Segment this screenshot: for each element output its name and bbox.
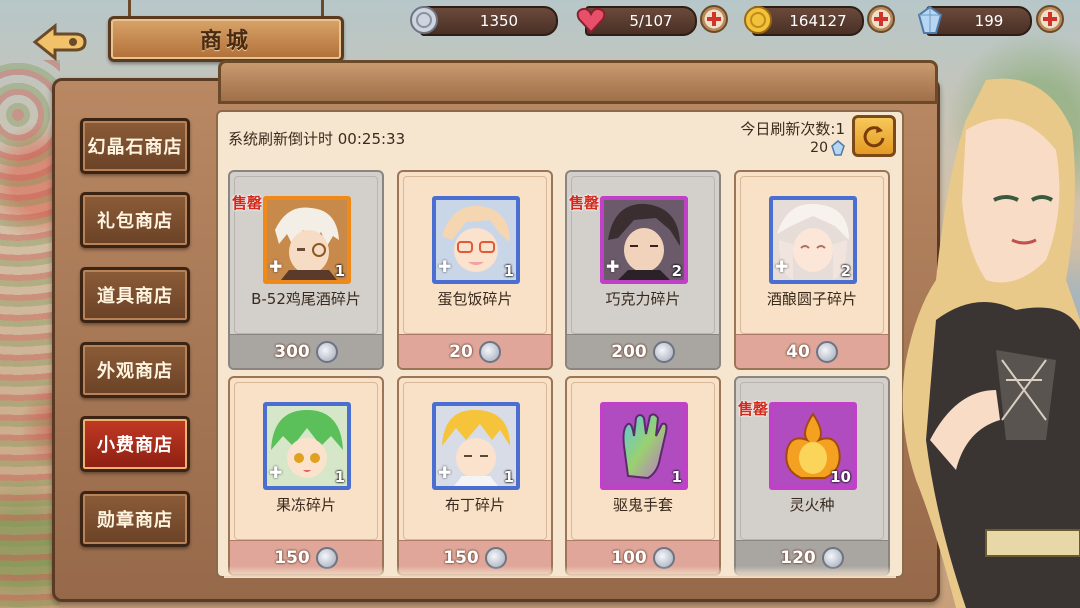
item-thumbnail: ✚ 1 <box>432 402 520 490</box>
item-thumbnail: ✚ 2 <box>600 196 688 284</box>
item-thumbnail: 10 <box>769 402 857 490</box>
shop-item-card[interactable]: 售罄 ✚ 2 巧克力碎片 200 <box>565 170 721 370</box>
item-price: 40 <box>786 341 810 362</box>
item-quantity: 10 <box>830 468 851 486</box>
refresh-icon <box>863 126 885 148</box>
item-quantity: 1 <box>334 262 345 280</box>
item-name: 驱鬼手套 <box>612 496 673 514</box>
shop-item-card[interactable]: ✚ 1 果冻碎片 150 <box>228 376 384 576</box>
item-price: 200 <box>611 341 647 362</box>
add-crystal-button[interactable] <box>1036 5 1064 33</box>
item-name: 布丁碎片 <box>444 496 505 514</box>
item-quantity: 2 <box>840 262 851 280</box>
refresh-count: 今日刷新次数:1 <box>740 120 845 138</box>
sidebar-item-label: 幻晶石商店 <box>87 137 183 158</box>
silver-coin-icon <box>652 340 675 363</box>
sidebar-item-medal-shop[interactable]: 勋章商店 <box>80 491 190 547</box>
list-bottom-fade <box>224 566 896 578</box>
item-price: 20 <box>449 341 473 362</box>
back-arrow-icon <box>32 22 87 62</box>
item-name: 灵火种 <box>789 496 835 514</box>
item-thumbnail: ✚ 2 <box>769 196 857 284</box>
fragment-icon: ✚ <box>606 257 620 276</box>
refresh-cost-value: 20 <box>810 140 828 156</box>
page-title: 商城 <box>199 28 252 54</box>
fragment-icon: ✚ <box>775 257 789 276</box>
sidebar-item-label: 道具商店 <box>97 286 173 307</box>
item-name: 蛋包饭碎片 <box>437 290 513 308</box>
add-gold-button[interactable] <box>867 5 895 33</box>
refresh-cost: 20 <box>760 140 846 156</box>
silver-coin-icon <box>815 340 838 363</box>
item-price: 150 <box>274 547 310 568</box>
crystal-icon <box>831 140 845 156</box>
resource-gold-value: 164127 <box>789 12 847 30</box>
sidebar-item-crystal-shop[interactable]: 幻晶石商店 <box>80 118 190 174</box>
price-bar: 300 <box>230 334 382 368</box>
sidebar-item-tip-shop[interactable]: 小费商店 <box>80 416 190 472</box>
gold-coin-icon <box>742 4 774 36</box>
item-quantity: 1 <box>671 468 682 486</box>
heart-icon <box>575 4 607 36</box>
shop-item-card[interactable]: ✚ 1 布丁碎片 150 <box>397 376 553 576</box>
item-thumbnail: ✚ 1 <box>432 196 520 284</box>
item-price: 120 <box>780 547 816 568</box>
shop-item-card[interactable]: 1 驱鬼手套 100 <box>565 376 721 576</box>
item-thumbnail: 1 <box>600 402 688 490</box>
fragment-icon: ✚ <box>438 257 452 276</box>
item-name: 酒酿圆子碎片 <box>766 290 857 308</box>
sidebar-item-appearance-shop[interactable]: 外观商店 <box>80 342 190 398</box>
item-price: 300 <box>274 341 310 362</box>
shop-frame-top <box>218 60 938 104</box>
item-thumbnail: ✚ 1 <box>263 196 351 284</box>
shop-item-card[interactable]: ✚ 1 蛋包饭碎片 20 <box>397 170 553 370</box>
sidebar-item-gift-shop[interactable]: 礼包商店 <box>80 192 190 248</box>
sidebar-item-item-shop[interactable]: 道具商店 <box>80 267 190 323</box>
price-bar: 200 <box>567 334 719 368</box>
title-board: 商城 <box>108 16 344 62</box>
resource-silver: 1350 <box>420 6 558 36</box>
sidebar-item-label: 小费商店 <box>97 435 173 456</box>
sidebar-item-label: 外观商店 <box>97 361 173 382</box>
silver-coin-icon <box>408 4 440 36</box>
item-thumbnail: ✚ 1 <box>263 402 351 490</box>
item-quantity: 1 <box>503 262 514 280</box>
item-name: 巧克力碎片 <box>605 290 681 308</box>
silver-coin-icon <box>315 340 338 363</box>
sidebar-item-label: 礼包商店 <box>97 211 173 232</box>
shopkeeper-character <box>896 60 1080 608</box>
resource-silver-value: 1350 <box>479 12 519 30</box>
fragment-icon: ✚ <box>269 463 283 482</box>
item-quantity: 1 <box>503 468 514 486</box>
price-bar: 20 <box>399 334 551 368</box>
back-button[interactable] <box>28 20 90 64</box>
flower-vine-decoration <box>0 60 60 608</box>
refresh-shop-button[interactable] <box>852 115 896 157</box>
item-name: 果冻碎片 <box>275 496 336 514</box>
price-bar: 40 <box>736 334 888 368</box>
item-quantity: 2 <box>671 262 682 280</box>
item-quantity: 1 <box>334 468 345 486</box>
item-price: 100 <box>611 547 647 568</box>
silver-coin-icon <box>478 340 501 363</box>
page-title-sign: 商城 <box>108 0 344 62</box>
sold-out-tag: 售罄 <box>738 400 769 418</box>
sold-out-tag: 售罄 <box>569 194 600 212</box>
refresh-countdown: 系统刷新倒计时 00:25:33 <box>228 130 406 148</box>
shop-item-card[interactable]: 售罄 ✚ 1 B-52鸡尾酒碎片 300 <box>228 170 384 370</box>
item-name: B-52鸡尾酒碎片 <box>251 290 361 308</box>
shop-item-card[interactable]: ✚ 2 酒酿圆子碎片 40 <box>734 170 890 370</box>
add-stamina-button[interactable] <box>700 5 728 33</box>
fragment-icon: ✚ <box>438 463 452 482</box>
item-price: 150 <box>443 547 479 568</box>
shop-item-card[interactable]: 售罄 10 灵火种 120 <box>734 376 890 576</box>
resource-crystal-value: 199 <box>974 12 1004 30</box>
sold-out-tag: 售罄 <box>232 194 263 212</box>
fragment-icon: ✚ <box>269 257 283 276</box>
crystal-icon <box>914 4 946 36</box>
sidebar-item-label: 勋章商店 <box>97 510 173 531</box>
resource-stamina-value: 5/107 <box>629 12 673 30</box>
